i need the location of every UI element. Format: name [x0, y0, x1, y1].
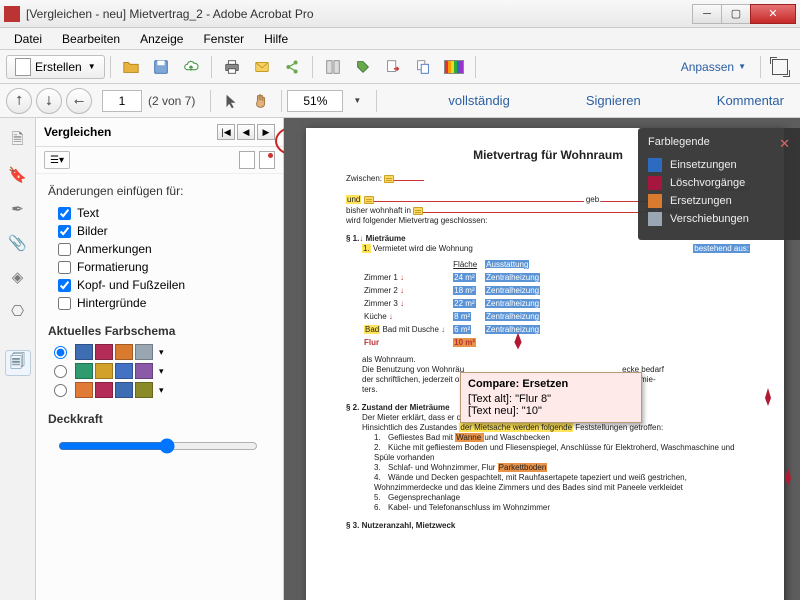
chk-images[interactable]: Bilder	[58, 224, 271, 238]
panel-title: Vergleichen	[44, 125, 217, 139]
tooltip-new: [Text neu]: "10"	[468, 405, 634, 417]
doc-new-icon[interactable]	[259, 151, 275, 169]
link-sign[interactable]: Signieren	[576, 87, 651, 114]
scheme-row[interactable]: ▾	[54, 344, 271, 360]
page-up-button[interactable]: ⭡	[6, 88, 32, 114]
color-legend: Farblegende ✕ Einsetzungen Löschvorgänge Er…	[638, 128, 800, 240]
rail-compare-icon[interactable]: 🗐	[5, 350, 31, 376]
comment-icon[interactable]	[413, 207, 423, 215]
document-area[interactable]: Mietvertrag für Wohnraum Zwischen: als V…	[284, 118, 800, 600]
chk-headers[interactable]: Kopf- und Fußzeilen	[58, 278, 271, 292]
chk-backgrounds[interactable]: Hintergründe	[58, 296, 271, 310]
rail-signature-icon[interactable]: ✒	[5, 196, 31, 222]
tag-button[interactable]	[350, 55, 376, 79]
export-button[interactable]	[380, 55, 406, 79]
select-tool-button[interactable]	[218, 89, 244, 113]
customize-button[interactable]: Anpassen ▼	[674, 55, 753, 79]
opacity-slider[interactable]	[58, 438, 258, 454]
insert-label: Änderungen einfügen für:	[48, 184, 271, 198]
opacity-label: Deckkraft	[48, 412, 271, 426]
toolbar-main: Erstellen ▼ Anpassen ▼	[0, 50, 800, 84]
view-options-button[interactable]: ☰▾	[44, 151, 70, 169]
chk-annotations[interactable]: Anmerkungen	[58, 242, 271, 256]
mail-button[interactable]	[249, 55, 275, 79]
create-label: Erstellen	[35, 60, 82, 74]
menu-window[interactable]: Fenster	[193, 30, 254, 48]
legend-item: Löschvorgänge	[648, 176, 790, 190]
title-bar: [Vergleichen - neu] Mietvertrag_2 - Adob…	[0, 0, 800, 28]
chevron-down-icon: ▼	[88, 62, 96, 71]
app-icon	[4, 6, 20, 22]
scheme-label: Aktuelles Farbschema	[48, 324, 271, 338]
copy-button[interactable]	[410, 55, 436, 79]
nesting-button[interactable]: ⭠	[66, 88, 92, 114]
new-doc-icon	[15, 58, 31, 76]
save-button[interactable]	[148, 55, 174, 79]
share-button[interactable]	[279, 55, 305, 79]
color-theme-button[interactable]	[440, 55, 468, 79]
legend-close-icon[interactable]: ✕	[779, 136, 790, 152]
hand-tool-button[interactable]	[248, 89, 274, 113]
legend-item: Ersetzungen	[648, 194, 790, 208]
menu-bar: Datei Bearbeiten Anzeige Fenster Hilfe	[0, 28, 800, 50]
comment-icon[interactable]	[364, 196, 374, 204]
main-area: 🗎 🔖 ✒ 📎 ◈ ⎔ 🗐 Vergleichen |◀ ◀ ▶ ☰▾ Ände…	[0, 118, 800, 600]
page-down-button[interactable]: ⭣	[36, 88, 62, 114]
zoom-input[interactable]	[287, 90, 343, 112]
scheme-row[interactable]: ▾	[54, 363, 271, 379]
cloud-button[interactable]	[178, 55, 204, 79]
menu-view[interactable]: Anzeige	[130, 30, 193, 48]
menu-edit[interactable]: Bearbeiten	[52, 30, 130, 48]
link-full[interactable]: vollständig	[438, 87, 519, 114]
rainbow-icon	[444, 60, 464, 74]
scheme-row[interactable]: ▾	[54, 382, 271, 398]
rail-layers-icon[interactable]: ◈	[5, 264, 31, 290]
fullscreen-button[interactable]	[768, 55, 792, 79]
create-button[interactable]: Erstellen ▼	[6, 55, 105, 79]
rail-bookmarks-icon[interactable]: 🔖	[5, 162, 31, 188]
compare-panel: Vergleichen |◀ ◀ ▶ ☰▾ Änderungen einfüge…	[36, 118, 284, 600]
comment-icon[interactable]	[384, 175, 394, 183]
menu-file[interactable]: Datei	[4, 30, 52, 48]
compare-tooltip: Compare: Ersetzen [Text alt]: "Flur 8" […	[460, 372, 642, 423]
doc-old-icon[interactable]	[239, 151, 255, 169]
menu-help[interactable]: Hilfe	[254, 30, 298, 48]
compare-next-button[interactable]: ▶	[257, 124, 275, 140]
expand-icon	[772, 59, 788, 75]
tooltip-old: [Text alt]: "Flur 8"	[468, 393, 634, 405]
rail-tags-icon[interactable]: ⎔	[5, 298, 31, 324]
close-button[interactable]: ✕	[750, 4, 796, 24]
compare-prev-button[interactable]: ◀	[237, 124, 255, 140]
chk-text[interactable]: Text	[58, 206, 271, 220]
nav-rail: 🗎 🔖 ✒ 📎 ◈ ⎔ 🗐	[0, 118, 36, 600]
link-comment[interactable]: Kommentar	[707, 87, 794, 114]
window-title: [Vergleichen - neu] Mietvertrag_2 - Adob…	[26, 7, 693, 21]
compare-first-button[interactable]: |◀	[217, 124, 235, 140]
rail-attach-icon[interactable]: 📎	[5, 230, 31, 256]
legend-title: Farblegende	[648, 136, 710, 152]
chk-formatting[interactable]: Formatierung	[58, 260, 271, 274]
zoom-dropdown[interactable]: ▼	[345, 89, 369, 113]
toolbar-nav: ⭡ ⭣ ⭠ (2 von 7) ▼ vollständig Signieren …	[0, 84, 800, 118]
page-number-input[interactable]	[102, 90, 142, 112]
maximize-button[interactable]: ▢	[721, 4, 751, 24]
print-button[interactable]	[219, 55, 245, 79]
rail-pages-icon[interactable]: 🗎	[5, 128, 31, 154]
tooltip-title: Compare: Ersetzen	[468, 378, 634, 390]
page-count: (2 von 7)	[148, 94, 195, 108]
legend-item: Verschiebungen	[648, 212, 790, 226]
minimize-button[interactable]: ─	[692, 4, 722, 24]
legend-item: Einsetzungen	[648, 158, 790, 172]
page-view-button[interactable]	[320, 55, 346, 79]
open-button[interactable]	[118, 55, 144, 79]
